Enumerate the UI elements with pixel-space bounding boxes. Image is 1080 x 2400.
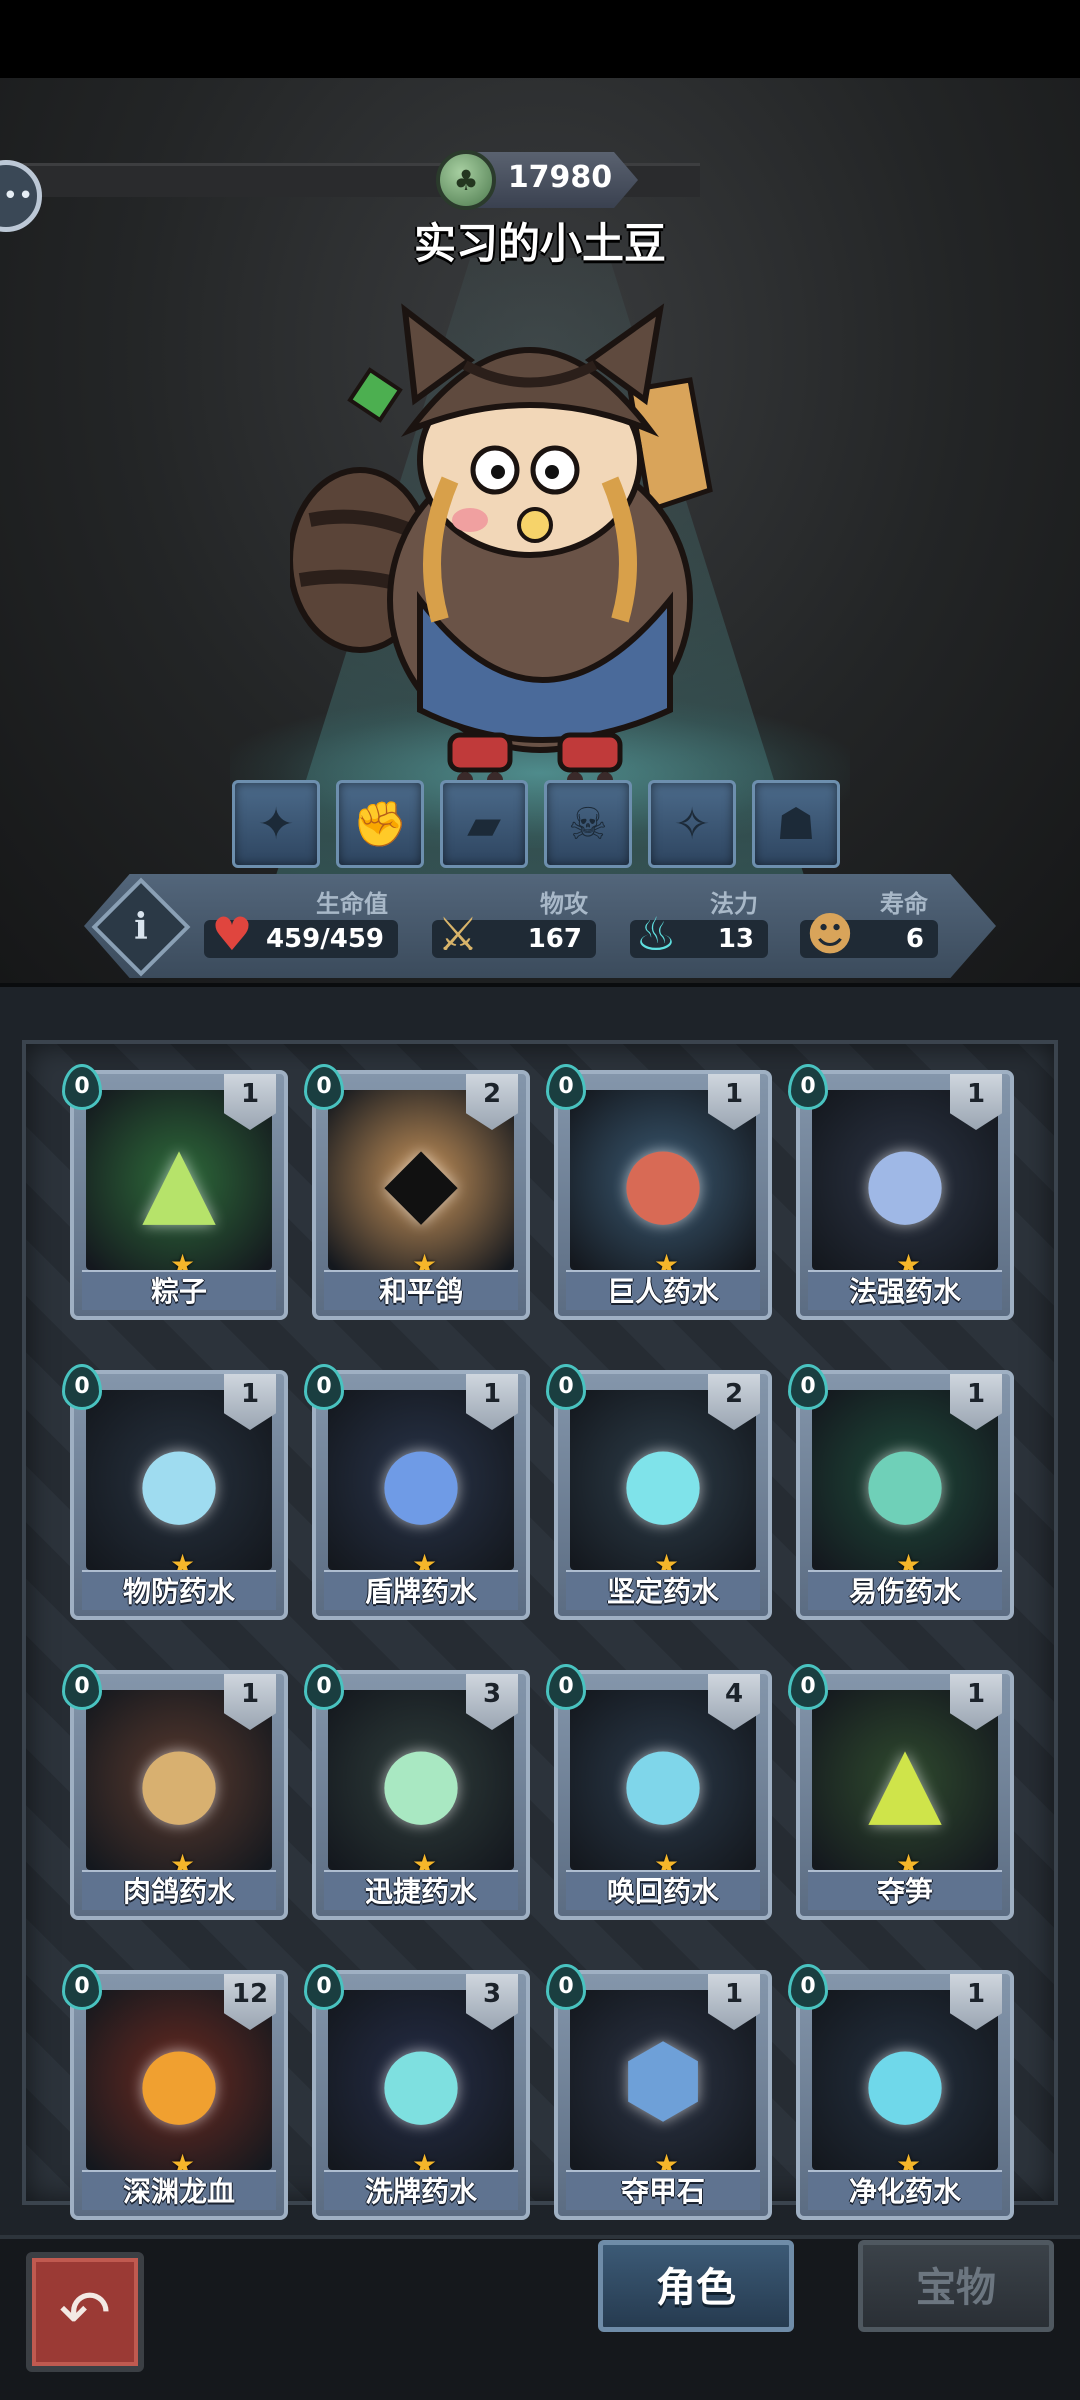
card-name: 粽子 [82,1270,276,1310]
hp-label: 生命值 [316,890,388,918]
raccoon-character-illustration [290,303,713,788]
clover-coin-icon: ♣ [436,150,496,210]
item-card[interactable]: ● ★ 净化药水 0 1 [788,1964,1014,2220]
tab-treasure[interactable]: 宝物 [858,2240,1054,2332]
card-name: 物防药水 [82,1570,276,1610]
item-icon: ● [863,1424,947,1536]
item-card[interactable]: ● ★ 盾牌药水 0 1 [304,1364,530,1620]
card-cost-badge: 0 [304,1064,344,1110]
dots-icon: •• [2,181,34,211]
item-card[interactable]: ⬢ ★ 夺甲石 0 1 [546,1964,772,2220]
item-icon: ● [137,1724,221,1836]
card-name: 肉鸽药水 [82,1870,276,1910]
card-cost-badge: 0 [788,1064,828,1110]
card-cost-badge: 0 [546,1364,586,1410]
currency-value: 17980 [507,160,613,195]
item-card[interactable]: ● ★ 唤回药水 0 4 [546,1664,772,1920]
item-icon: ● [379,1424,463,1536]
skill-slot-1[interactable]: ✦ [232,780,320,868]
item-icon: ● [863,2024,947,2136]
skill-slot-3[interactable]: ▰ [440,780,528,868]
card-name: 深渊龙血 [82,2170,276,2210]
card-cost-badge: 0 [546,1664,586,1710]
item-card[interactable]: ◆ ★ 和平鸽 0 2 [304,1064,530,1320]
tab-role[interactable]: 角色 [598,2240,794,2332]
card-name: 坚定药水 [566,1570,760,1610]
item-icon: ▲ [868,1724,942,1836]
card-cost-badge: 0 [546,1964,586,2010]
item-icon: ● [621,1124,705,1236]
mana-label: 法力 [710,890,758,918]
attack-label: 物攻 [540,890,588,918]
card-cost-badge: 0 [788,1364,828,1410]
item-card[interactable]: ● ★ 法强药水 0 1 [788,1064,1014,1320]
card-cost-badge: 0 [788,1964,828,2010]
life-label: 寿命 [880,890,928,918]
card-name: 唤回药水 [566,1870,760,1910]
card-cost-badge: 0 [62,1064,102,1110]
card-name: 法强药水 [808,1270,1002,1310]
item-card[interactable]: ● ★ 肉鸽药水 0 1 [62,1664,288,1920]
item-icon: ● [379,1724,463,1836]
item-icon: ● [379,2024,463,2136]
item-icon: ● [137,2024,221,2136]
card-name: 净化药水 [808,2170,1002,2210]
card-cost-badge: 0 [546,1064,586,1110]
item-card[interactable]: ● ★ 迅捷药水 0 3 [304,1664,530,1920]
skill-slot-4[interactable]: ☠ [544,780,632,868]
item-icon: ⬢ [621,2024,705,2136]
skill-icon-row: ✦ ✊ ▰ ☠ ✧ ☗ [232,780,852,870]
item-card[interactable]: ▲ ★ 夺笋 0 1 [788,1664,1014,1920]
boot-icon: ▰ [467,798,501,850]
item-icon: ▲ [142,1124,216,1236]
item-icon: ● [137,1424,221,1536]
card-name: 迅捷药水 [324,1870,518,1910]
card-cost-badge: 0 [62,1664,102,1710]
back-button[interactable]: ↶ [26,2252,144,2372]
item-card[interactable]: ● ★ 物防药水 0 1 [62,1364,288,1620]
item-icon: ● [863,1124,947,1236]
skill-slot-5[interactable]: ✧ [648,780,736,868]
card-name: 夺甲石 [566,2170,760,2210]
card-cost-badge: 0 [788,1664,828,1710]
item-card[interactable]: ▲ ★ 粽子 0 1 [62,1064,288,1320]
item-card[interactable]: ● ★ 易伤药水 0 1 [788,1364,1014,1620]
rune-icon: ✧ [673,798,711,850]
bone-foot-icon: ✦ [257,798,295,850]
item-card[interactable]: ● ★ 洗牌药水 0 3 [304,1964,530,2220]
card-cost-badge: 0 [62,1964,102,2010]
status-bar [0,0,1080,78]
monster-icon: ☗ [776,798,816,850]
heart-icon: ♥ [211,907,253,961]
card-name: 夺笋 [808,1870,1002,1910]
back-arrow-icon: ↶ [59,2275,111,2349]
card-cost-badge: 0 [304,1964,344,2010]
card-cost-badge: 0 [62,1364,102,1410]
flame-icon: ♨ [635,907,677,961]
card-cost-badge: 0 [304,1664,344,1710]
item-icon: ● [621,1724,705,1836]
card-cost-badge: 0 [304,1364,344,1410]
item-card[interactable]: ● ★ 巨人药水 0 1 [546,1064,772,1320]
card-name: 易伤药水 [808,1570,1002,1610]
skull-icon: ☠ [568,798,608,850]
skill-slot-2[interactable]: ✊ [336,780,424,868]
sword-icon: ⚔ [437,907,479,961]
info-icon: i [134,906,148,948]
item-card[interactable]: ● ★ 坚定药水 0 2 [546,1364,772,1620]
card-name: 和平鸽 [324,1270,518,1310]
item-card[interactable]: ● ★ 深渊龙血 0 12 [62,1964,288,2220]
item-icon: ◆ [384,1124,458,1236]
skill-slot-6[interactable]: ☗ [752,780,840,868]
card-name: 洗牌药水 [324,2170,518,2210]
fist-icon: ✊ [352,799,408,850]
card-name: 盾牌药水 [324,1570,518,1610]
character-head-icon: ☻ [806,907,854,961]
item-icon: ● [621,1424,705,1536]
character-name: 实习的小土豆 [413,219,666,268]
card-name: 巨人药水 [566,1270,760,1310]
